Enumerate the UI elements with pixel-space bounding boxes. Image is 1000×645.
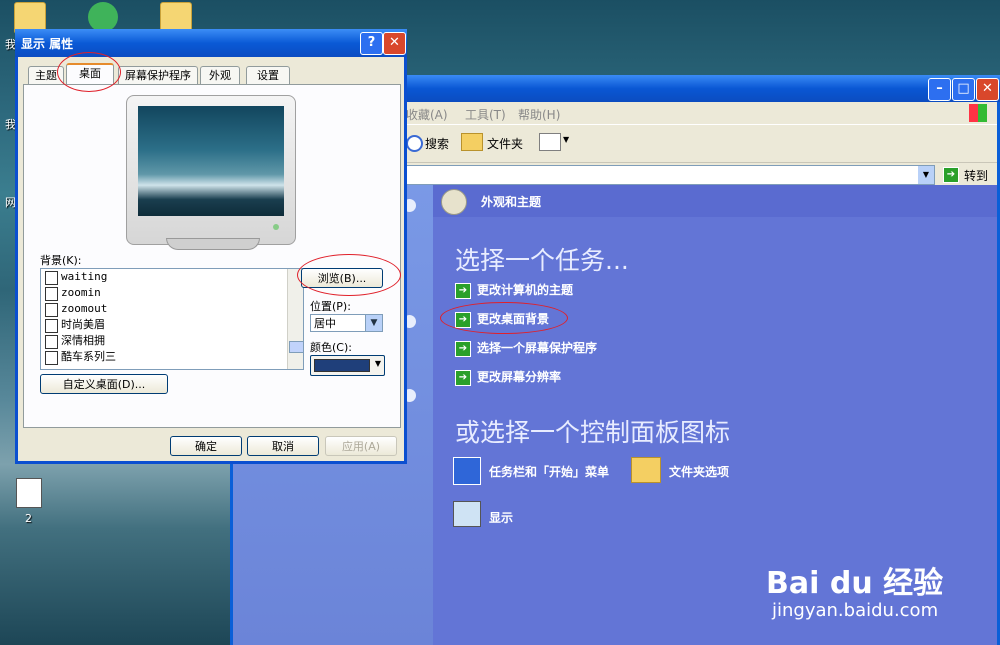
dialog-title-bar: 显示 属性 ? ✕ — [15, 29, 407, 57]
task-label: 选择一个屏幕保护程序 — [477, 341, 598, 355]
position-label: 位置(P): — [310, 300, 351, 313]
search-button[interactable]: 搜索 — [425, 135, 449, 152]
chevron-down-icon[interactable]: ▼ — [365, 315, 382, 331]
cancel-button[interactable]: 取消 — [247, 436, 319, 456]
highlight-desktop-tab — [57, 52, 121, 92]
highlight-change-background — [440, 302, 568, 334]
background-label: 背景(K): — [40, 254, 82, 267]
menu-favorites[interactable]: 收藏(A) — [406, 106, 448, 123]
task-screensaver[interactable]: ➔ 选择一个屏幕保护程序 — [455, 339, 597, 357]
go-button[interactable]: 转到 — [964, 167, 988, 184]
folders-button[interactable]: 文件夹 — [487, 135, 523, 152]
apply-button[interactable]: 应用(A) — [325, 436, 397, 456]
wallpaper-preview — [138, 106, 284, 216]
task-resolution[interactable]: ➔ 更改屏幕分辨率 — [455, 368, 561, 386]
go-icon[interactable]: ➔ — [943, 167, 959, 183]
menu-tools[interactable]: 工具(T) — [465, 106, 506, 123]
taskbar-start-icon[interactable] — [453, 457, 481, 485]
display-link[interactable]: 显示 — [489, 509, 513, 526]
list-item[interactable]: 酷车系列三 — [41, 349, 303, 365]
recycle-icon[interactable] — [88, 2, 118, 32]
watermark-url: jingyan.baidu.com — [772, 600, 939, 621]
pick-icon-heading: 或选择一个控制面板图标 — [455, 418, 731, 447]
folder-icon — [461, 133, 483, 151]
list-item[interactable]: waiting — [41, 269, 303, 285]
position-select[interactable]: 居中 ▼ — [310, 314, 383, 332]
taskbar-start-link[interactable]: 任务栏和「开始」菜单 — [489, 463, 609, 480]
color-picker-button[interactable]: ▼ — [310, 355, 385, 376]
help-button[interactable]: ? — [360, 32, 383, 55]
display-icon[interactable] — [453, 501, 481, 527]
menu-help[interactable]: 帮助(H) — [518, 106, 560, 123]
document-icon[interactable] — [16, 478, 42, 508]
color-label: 颜色(C): — [310, 341, 352, 354]
pick-task-heading: 选择一个任务... — [455, 246, 629, 275]
tab-appearance[interactable]: 外观 — [200, 66, 240, 85]
list-item[interactable]: 深情相拥 — [41, 333, 303, 349]
views-icon[interactable] — [539, 133, 561, 151]
display-properties-dialog: 显示 属性 ? ✕ 主题 桌面 屏幕保护程序 外观 设置 背景(K): wait… — [15, 29, 407, 464]
monitor-preview — [126, 95, 296, 245]
scroll-thumb[interactable] — [289, 341, 303, 353]
highlight-browse-button — [297, 254, 401, 296]
monitor-stand — [166, 238, 260, 250]
arrow-icon: ➔ — [455, 282, 471, 299]
chevron-down-icon: ▼ — [374, 359, 381, 368]
task-label: 更改屏幕分辨率 — [477, 370, 562, 384]
monitor-power-led — [273, 224, 279, 230]
list-item[interactable]: zoomout — [41, 301, 303, 317]
maximize-button[interactable]: □ — [952, 78, 975, 101]
customize-desktop-button[interactable]: 自定义桌面(D)... — [40, 374, 168, 394]
category-title: 外观和主题 — [481, 195, 542, 209]
category-header: 外观和主题 — [433, 185, 997, 217]
color-swatch — [314, 359, 370, 372]
dialog-title: 显示 属性 — [21, 37, 74, 51]
position-value: 居中 — [314, 317, 336, 330]
folder-options-link[interactable]: 文件夹选项 — [669, 463, 729, 480]
arrow-icon: ➔ — [455, 369, 471, 386]
chevron-down-icon[interactable]: ▼ — [563, 135, 569, 144]
tab-settings[interactable]: 设置 — [246, 66, 290, 85]
folder-options-icon[interactable] — [631, 457, 661, 483]
baidu-watermark: Bai du 经验 — [766, 566, 944, 601]
windows-logo-icon — [969, 104, 987, 122]
ok-button[interactable]: 确定 — [170, 436, 242, 456]
search-icon — [406, 135, 423, 152]
arrow-icon: ➔ — [455, 340, 471, 357]
appearance-icon — [441, 189, 467, 215]
list-item[interactable]: 时尚美眉 — [41, 317, 303, 333]
list-item[interactable]: zoomin — [41, 285, 303, 301]
task-change-theme[interactable]: ➔ 更改计算机的主题 — [455, 281, 573, 299]
close-button[interactable]: ✕ — [383, 32, 406, 55]
minimize-button[interactable]: – — [928, 78, 951, 101]
chevron-down-icon[interactable]: ▼ — [918, 166, 934, 184]
task-label: 更改计算机的主题 — [477, 283, 574, 297]
desktop-label: 2 — [25, 512, 32, 525]
close-button[interactable]: ✕ — [976, 78, 999, 101]
tab-screensaver[interactable]: 屏幕保护程序 — [118, 66, 198, 85]
background-list[interactable]: waiting zoomin zoomout 时尚美眉 深情相拥 酷车系列三 — [40, 268, 304, 370]
